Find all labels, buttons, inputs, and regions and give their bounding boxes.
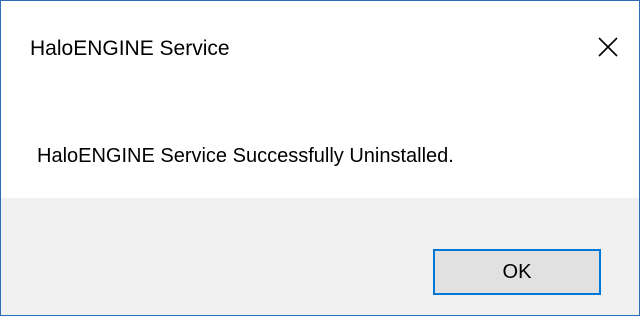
dialog-content: HaloENGINE Service Successfully Uninstal…: [1, 95, 639, 198]
ok-button-label: OK: [502, 260, 532, 283]
message-dialog: HaloENGINE Service HaloENGINE Service Su…: [0, 0, 640, 316]
dialog-footer: OK: [1, 198, 639, 315]
dialog-message: HaloENGINE Service Successfully Uninstal…: [37, 145, 454, 167]
close-icon: [597, 36, 619, 58]
title-bar[interactable]: HaloENGINE Service: [1, 1, 639, 95]
dialog-title: HaloENGINE Service: [30, 37, 230, 60]
close-button[interactable]: [577, 21, 639, 73]
ok-button[interactable]: OK: [433, 249, 601, 295]
